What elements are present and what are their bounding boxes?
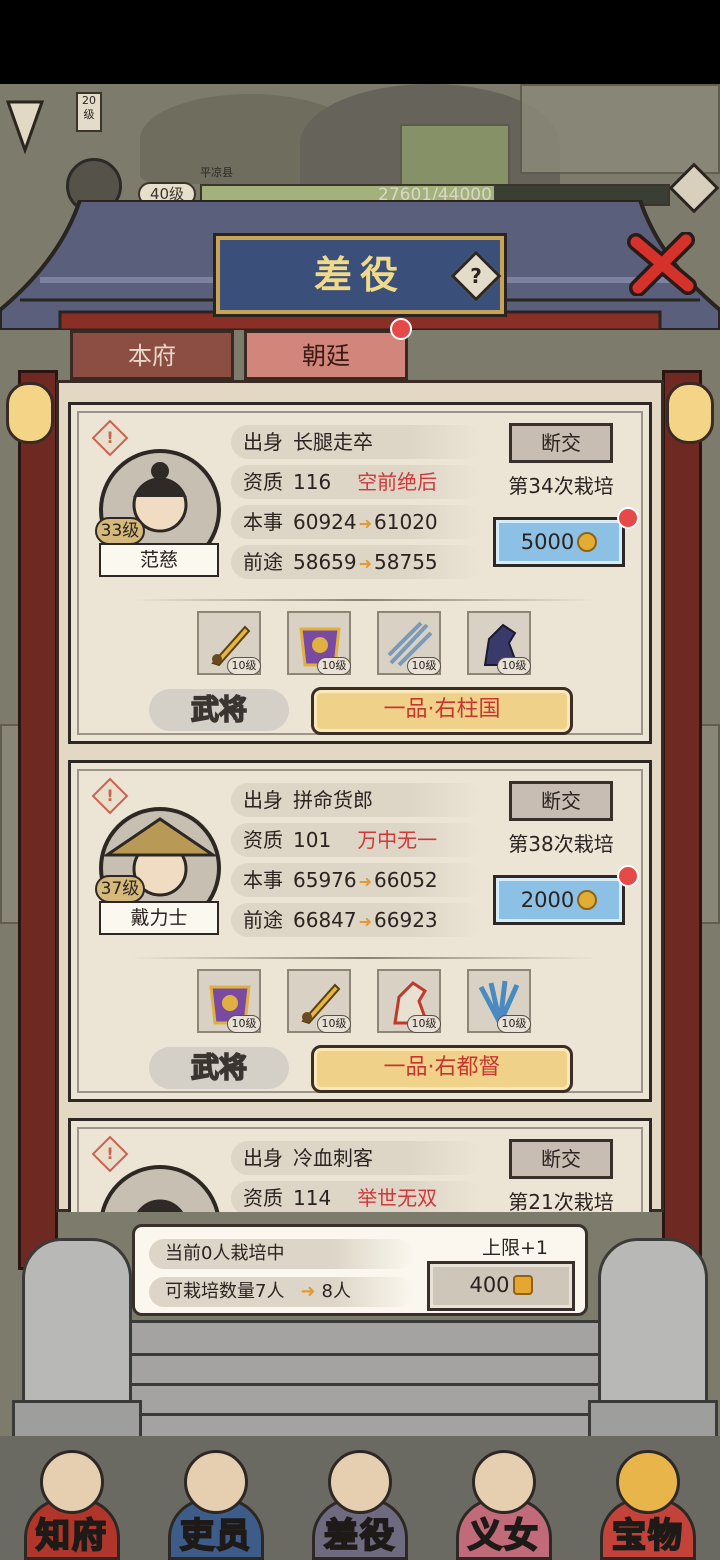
train-button[interactable]: 2000 (493, 875, 625, 925)
lantern-icon (6, 382, 54, 444)
nav-label: 吏员 (179, 1515, 252, 1557)
equipment-slot[interactable]: 10级 (287, 611, 351, 675)
nav-avatar-face (328, 1450, 392, 1514)
quality-grade: 万中无一 (357, 828, 438, 852)
nav-avatar-face (184, 1450, 248, 1514)
nav-label: 差役 (323, 1515, 396, 1557)
origin-row: 出身 拼命货郎 (231, 783, 483, 817)
training-status-panel: 当前0人栽培中 可栽培数量7人 ➜ 8人 上限+1 400 (132, 1224, 588, 1316)
officer-card: ! 37级 戴力士 出身 拼命货郎 资质 101 万中无一 本事 65976 ➜ 66052… (68, 760, 652, 1102)
place-label: 平凉县 (200, 166, 233, 179)
equipment-slot[interactable]: 10级 (377, 611, 441, 675)
token-icon (512, 1275, 533, 1295)
officer-card: ! 出身 冷血刺客 资质 114 举世无双 断交 第21次栽培 (68, 1118, 652, 1212)
officer-avatar[interactable] (99, 1165, 221, 1212)
coin-icon (577, 890, 598, 910)
train-count: 第21次栽培 (508, 1190, 614, 1212)
train-count: 第38次栽培 (508, 832, 614, 856)
arrow-right-icon: ➜ (358, 872, 373, 891)
officer-list[interactable]: ! 33级 范慈 出身 长腿走卒 资质 116 空前绝后 本事 60924 ➜ 61020 … (60, 392, 660, 1212)
nav-yinv[interactable]: 义女 (432, 1436, 576, 1560)
equipment-slot[interactable]: 10级 (377, 969, 441, 1033)
quality-grade: 空前绝后 (357, 470, 438, 494)
arrow-right-icon: ➜ (300, 1281, 316, 1302)
divider (131, 599, 597, 601)
lion-pedestal (588, 1400, 718, 1440)
divider (131, 957, 597, 959)
current-training: 当前0人栽培中 (149, 1239, 413, 1269)
cut-ties-button[interactable]: 断交 (509, 781, 613, 821)
origin-row: 出身 冷血刺客 (231, 1141, 483, 1175)
tab-chaoting[interactable]: 朝廷 (244, 330, 408, 380)
equipment-slot[interactable]: 10级 (467, 969, 531, 1033)
officer-level: 37级 (95, 875, 145, 903)
train-button[interactable]: 5000 (493, 517, 625, 567)
notification-dot (617, 865, 639, 887)
treasure-icon (616, 1450, 680, 1514)
nav-baowu[interactable]: 宝物 (576, 1436, 720, 1560)
officer-name: 范慈 (99, 543, 219, 577)
cut-ties-button[interactable]: 断交 (509, 1139, 613, 1179)
quality-row: 资质 116 空前绝后 (231, 465, 483, 499)
train-count: 第34次栽培 (508, 474, 614, 498)
left-pillar (18, 370, 58, 1270)
nav-chaiyi[interactable]: 差役 (288, 1436, 432, 1560)
tab-notification-dot (390, 318, 412, 340)
nav-avatar-face (40, 1450, 104, 1514)
stone-steps (100, 1320, 620, 1440)
nav-avatar-face (472, 1450, 536, 1514)
map-level-badge[interactable]: 20 级 (76, 92, 102, 132)
arrow-right-icon: ➜ (358, 912, 373, 931)
equipment-slot[interactable]: 10级 (197, 969, 261, 1033)
arrow-right-icon: ➜ (358, 554, 373, 573)
rank-button[interactable]: 一品·右柱国 (311, 687, 573, 735)
quality-row: 资质 101 万中无一 (231, 823, 483, 857)
equipment-slot[interactable]: 10级 (197, 611, 261, 675)
nav-label: 宝物 (611, 1515, 684, 1557)
future-row: 前途 58659 ➜ 58755 (231, 545, 483, 579)
future-row: 前途 66847 ➜ 66923 (231, 903, 483, 937)
officer-name: 戴力士 (99, 901, 219, 935)
quality-row: 资质 114 举世无双 (231, 1181, 483, 1212)
notification-dot (617, 507, 639, 529)
role-label: 武将 (149, 1047, 289, 1089)
map-level-text: 20 级 (82, 94, 96, 121)
warning-icon[interactable]: ! (91, 777, 129, 815)
role-label: 武将 (149, 689, 289, 731)
warning-icon[interactable]: ! (91, 419, 129, 457)
skill-row: 本事 60924 ➜ 61020 (231, 505, 483, 539)
upgrade-limit-button[interactable]: 400 (427, 1261, 575, 1311)
rank-button[interactable]: 一品·右都督 (311, 1045, 573, 1093)
skill-row: 本事 65976 ➜ 66052 (231, 863, 483, 897)
officer-card: ! 33级 范慈 出身 长腿走卒 资质 116 空前绝后 本事 60924 ➜ 61020 … (68, 402, 652, 744)
equipment-slot[interactable]: 10级 (287, 969, 351, 1033)
quality-grade: 举世无双 (357, 1186, 438, 1210)
close-icon (627, 231, 697, 297)
officer-level: 33级 (95, 517, 145, 545)
nav-liyuan[interactable]: 吏员 (144, 1436, 288, 1560)
close-button[interactable] (622, 231, 702, 297)
arrow-right-icon: ➜ (358, 514, 373, 533)
lion-pedestal (12, 1400, 142, 1440)
limit-label: 上限+1 (481, 1237, 548, 1259)
origin-row: 出身 长腿走卒 (231, 425, 483, 459)
map-pin-icon[interactable] (0, 96, 50, 156)
lantern-icon (666, 382, 714, 444)
nav-zhifu[interactable]: 知府 (0, 1436, 144, 1560)
nav-label: 义女 (467, 1515, 540, 1557)
right-pillar (662, 370, 702, 1270)
cut-ties-button[interactable]: 断交 (509, 423, 613, 463)
nav-label: 知府 (35, 1515, 108, 1557)
bottom-nav: 知府 吏员 差役 义女 宝物 (0, 1436, 720, 1560)
equipment-slot[interactable]: 10级 (467, 611, 531, 675)
help-icon: ? (470, 264, 482, 288)
training-capacity: 可栽培数量7人 ➜ 8人 (149, 1277, 413, 1307)
coin-icon (577, 532, 598, 552)
tab-benfu[interactable]: 本府 (70, 330, 234, 380)
warning-icon[interactable]: ! (91, 1135, 129, 1173)
